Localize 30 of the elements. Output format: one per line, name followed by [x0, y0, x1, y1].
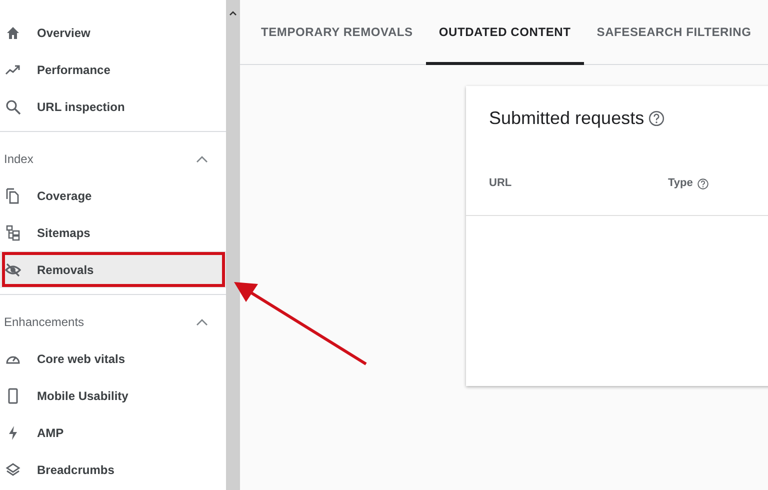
- nav-item[interactable]: Overview: [0, 14, 226, 51]
- nav-item[interactable]: Performance: [0, 51, 226, 88]
- eye-crossed-icon: [5, 262, 21, 278]
- nav-item[interactable]: Sitemaps: [0, 214, 226, 251]
- help-icon[interactable]: [696, 178, 709, 190]
- column-header: URL: [489, 176, 512, 192]
- tab[interactable]: OUTDATED CONTENT: [426, 0, 584, 65]
- sitemap-icon: [5, 224, 21, 240]
- nav-item[interactable]: Core web vitals: [0, 340, 226, 377]
- chevron-up-icon[interactable]: [196, 154, 208, 162]
- search-icon: [5, 98, 21, 114]
- chevron-up-icon[interactable]: [196, 318, 208, 326]
- home-icon: [5, 24, 21, 40]
- scrollbar[interactable]: [226, 0, 240, 490]
- help-icon[interactable]: [648, 110, 666, 127]
- card-title: Submitted requests: [489, 107, 644, 130]
- section-header[interactable]: Enhancements: [0, 303, 226, 340]
- nav-item[interactable]: Mobile Usability: [0, 377, 226, 414]
- layers-icon: [5, 462, 21, 478]
- tab[interactable]: TEMPORARY REMOVALS: [248, 0, 426, 65]
- column-header: Type: [668, 176, 693, 192]
- nav-item[interactable]: Breadcrumbs: [0, 451, 226, 488]
- nav-item[interactable]: Coverage: [0, 177, 226, 214]
- nav-item[interactable]: AMP: [0, 414, 226, 451]
- section-title: Index: [4, 150, 34, 168]
- tab[interactable]: SAFESEARCH FILTERING: [584, 0, 764, 65]
- nav-item[interactable]: URL inspection: [0, 88, 226, 125]
- section-header[interactable]: Index: [0, 140, 226, 177]
- section-title: Enhancements: [4, 314, 84, 330]
- pages-icon: [5, 188, 21, 204]
